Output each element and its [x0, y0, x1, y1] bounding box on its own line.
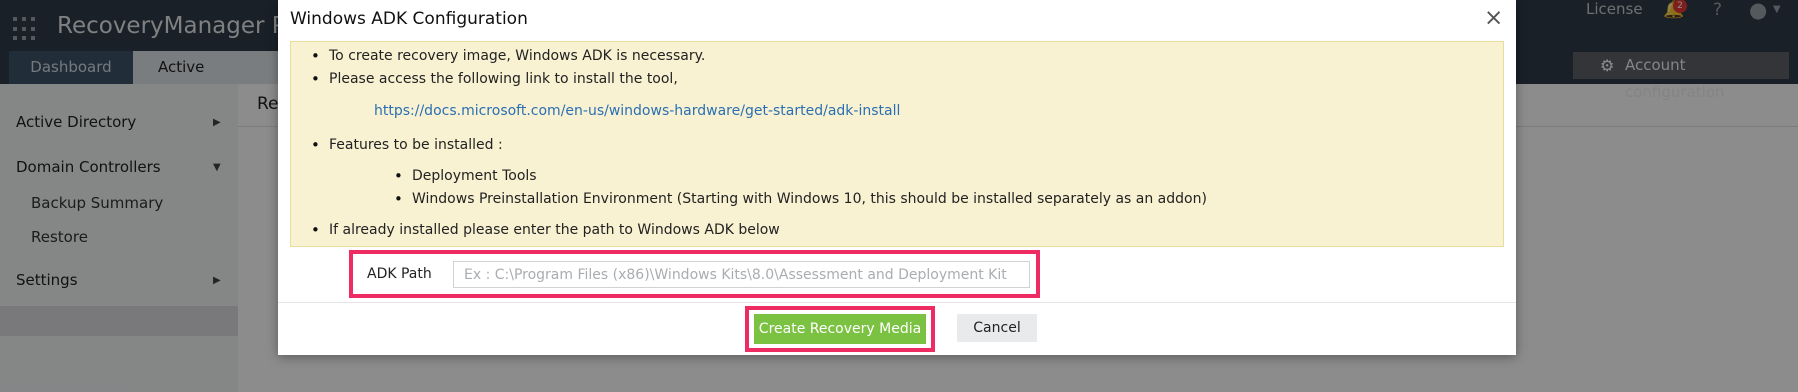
info-line-3: Features to be installed :	[311, 136, 503, 154]
adk-path-row: ADK Path	[349, 250, 1040, 298]
create-recovery-media-button[interactable]: Create Recovery Media	[754, 314, 926, 344]
adk-path-label: ADK Path	[367, 266, 432, 282]
info-line-4: If already installed please enter the pa…	[311, 221, 780, 239]
feature-item: Deployment Tools	[394, 167, 537, 185]
info-line-2: Please access the following link to inst…	[311, 70, 678, 88]
adk-path-input[interactable]	[453, 261, 1030, 288]
feature-item: Windows Preinstallation Environment (Sta…	[394, 190, 1207, 208]
dialog-footer-divider	[278, 302, 1516, 303]
create-button-highlight: Create Recovery Media	[745, 306, 935, 352]
info-message-box: To create recovery image, Windows ADK is…	[290, 41, 1504, 247]
cancel-button[interactable]: Cancel	[957, 314, 1037, 342]
dialog-title: Windows ADK Configuration	[290, 9, 528, 29]
info-line-1: To create recovery image, Windows ADK is…	[311, 47, 705, 65]
adk-install-link[interactable]: https://docs.microsoft.com/en-us/windows…	[374, 103, 900, 119]
close-icon[interactable]: ×	[1484, 5, 1503, 31]
adk-configuration-dialog: Windows ADK Configuration × To create re…	[278, 0, 1516, 355]
